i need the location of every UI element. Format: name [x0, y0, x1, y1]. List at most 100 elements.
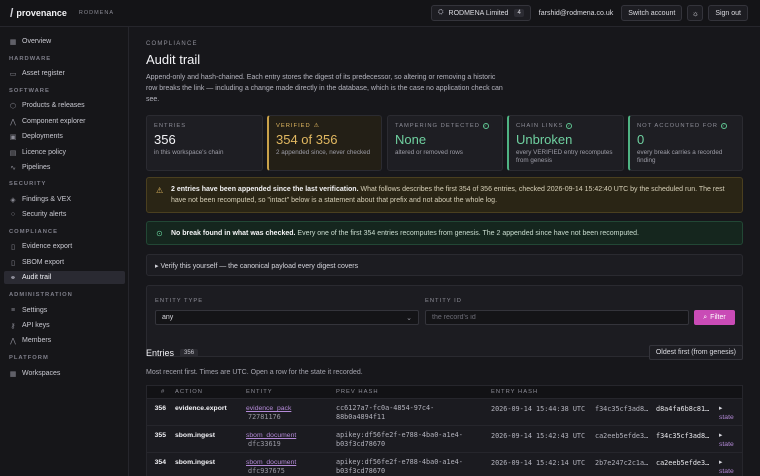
- entity-type-select[interactable]: any ⌄: [155, 310, 419, 325]
- sidebar-item-label: Pipelines: [22, 164, 51, 171]
- sidebar-item-label: Members: [22, 337, 52, 344]
- sidebar-item-asset-register[interactable]: ▭ Asset register: [4, 67, 125, 80]
- filter-button-label: Filter: [710, 314, 726, 321]
- theme-toggle-button[interactable]: ☼: [687, 5, 704, 21]
- sidebar-item-deployments[interactable]: ▣ Deployments: [4, 130, 125, 143]
- column-header-entity: ENTITY: [246, 389, 273, 395]
- audit-table: # ACTION ENTITY PREV HASH ENTRY HASH 356…: [146, 385, 743, 476]
- check-circle-icon: ⊙: [156, 229, 163, 238]
- stat-value: None: [395, 132, 427, 147]
- sidebar-item-label: Overview: [22, 38, 52, 45]
- file-icon: ▯: [11, 259, 15, 267]
- check-circle-icon: ✓: [482, 123, 489, 129]
- table-row[interactable]: 355 sbom.ingest sbom_document dfc33619 a…: [146, 426, 743, 453]
- stat-label: ENTRIES: [154, 123, 187, 129]
- sidebar-section-software: SOFTWARE: [9, 88, 50, 94]
- switch-account-button[interactable]: Switch account: [621, 5, 683, 21]
- row-entry-hash: d8a4fa6b8c81…: [656, 405, 710, 413]
- prev-hash-line: cc6127a7-fc0a-4854-97c4-: [336, 404, 435, 412]
- table-row[interactable]: 354 sbom.ingest sbom_document dfc937675 …: [146, 453, 743, 476]
- entity-link[interactable]: sbom_document: [246, 431, 296, 440]
- brand[interactable]: / provenance RODMENA: [10, 6, 114, 20]
- entries-note: Most recent first. Times are UTC. Open a…: [146, 369, 363, 376]
- stat-sub: every VERIFIED entry recomputes from gen…: [516, 149, 613, 164]
- server-icon: ▭: [9, 70, 17, 78]
- sidebar-item-sbom-export[interactable]: ▯ SBOM export: [4, 256, 125, 269]
- stat-label: VERIFIED ⚠: [276, 123, 374, 129]
- key-icon: ⚷: [10, 322, 16, 330]
- row-timestamp: 2026-09-14 15:44:38 UTC: [491, 405, 586, 413]
- sidebar-item-label: Asset register: [22, 70, 65, 77]
- unverified-entries-alert: ⚠ 2 entries have been appended since the…: [146, 177, 743, 213]
- org-label: RODMENA: [78, 10, 114, 16]
- sidebar-item-overview[interactable]: ▦ Overview: [4, 35, 125, 48]
- check-circle-icon: ✓: [720, 123, 727, 129]
- org-name: RODMENA Limited: [448, 9, 509, 17]
- row-hash: ca2eeb5efde3…: [595, 432, 649, 440]
- row-entity: sbom_document dfc937675: [246, 458, 296, 476]
- row-state-toggle[interactable]: ▸ state: [719, 458, 734, 476]
- top-bar: / provenance RODMENA ⛭ RODMENA Limited 4…: [0, 0, 760, 27]
- sidebar-item-settings[interactable]: ≡ Settings: [4, 304, 125, 317]
- row-number: 355: [154, 432, 166, 439]
- user-email: farshid@rodmena.co.uk: [538, 9, 614, 17]
- sidebar-item-api-keys[interactable]: ⚷ API keys: [4, 319, 125, 332]
- file-export-icon: ▯: [11, 243, 15, 251]
- sidebar-item-members[interactable]: ⋀ Members: [4, 334, 125, 347]
- row-prev-hash: cc6127a7-fc0a-4854-97c4- 88b0a4894f11: [336, 404, 476, 422]
- state-label: state: [719, 468, 734, 475]
- entity-id-input[interactable]: [425, 310, 689, 325]
- brand-slash: /: [10, 6, 14, 20]
- sidebar-item-audit-trail[interactable]: ⚭ Audit trail: [4, 271, 125, 284]
- sidebar: ▦ Overview HARDWARE ▭ Asset register SOF…: [0, 27, 129, 476]
- entity-link[interactable]: sbom_document: [246, 458, 296, 467]
- prev-hash-line: 88b0a4894f11: [336, 413, 386, 421]
- row-number: 354: [154, 459, 166, 466]
- row-state-toggle[interactable]: ▸ state: [719, 404, 734, 422]
- sidebar-item-security-alerts[interactable]: ○ Security alerts: [4, 208, 125, 221]
- entity-id: dfc937675: [248, 467, 285, 475]
- prev-hash-line: b03f3cd78670: [336, 440, 386, 448]
- warning-icon: ⚠: [156, 186, 164, 195]
- sidebar-item-label: SBOM export: [22, 259, 65, 266]
- stat-label-text: TAMPERING DETECTED: [395, 123, 480, 129]
- sidebar-item-workspaces[interactable]: ▦ Workspaces: [4, 367, 125, 380]
- sidebar-item-label: Evidence export: [22, 243, 73, 250]
- entity-id-label: ENTITY ID: [425, 298, 462, 304]
- sidebar-item-component-explorer[interactable]: ⋀ Component explorer: [4, 115, 125, 128]
- alert-text: Every one of the first 354 entries recom…: [295, 230, 639, 237]
- stat-label-text: CHAIN LINKS: [516, 123, 564, 129]
- column-header-number: #: [161, 389, 166, 395]
- sidebar-item-licence-policy[interactable]: ▤ Licence policy: [4, 146, 125, 159]
- table-header: # ACTION ENTITY PREV HASH ENTRY HASH: [146, 385, 743, 399]
- entity-link[interactable]: evidence_pack: [246, 404, 291, 413]
- warning-icon: ⚠: [313, 123, 320, 129]
- sidebar-item-findings-vex[interactable]: ◈ Findings & VEX: [4, 193, 125, 206]
- row-state-toggle[interactable]: ▸ state: [719, 431, 734, 449]
- stat-value: 0: [637, 132, 645, 147]
- sidebar-item-pipelines[interactable]: ∿ Pipelines: [4, 161, 125, 174]
- row-hash: f34c35cf3ad8…: [595, 405, 649, 413]
- sidebar-item-products-releases[interactable]: ⬡ Products & releases: [4, 99, 125, 112]
- table-row[interactable]: 356 evidence.export evidence_pack 727811…: [146, 399, 743, 426]
- org-switcher[interactable]: ⛭ RODMENA Limited 4: [430, 5, 531, 21]
- alert-title: 2 entries have been appended since the l…: [171, 186, 359, 193]
- sidebar-section-compliance: COMPLIANCE: [9, 229, 58, 235]
- stat-entries: ENTRIES 356 in this workspace's chain: [146, 115, 263, 171]
- stat-sub: in this workspace's chain: [154, 149, 224, 156]
- row-entry-hash: f34c35cf3ad8…: [656, 432, 710, 440]
- sort-oldest-first-button[interactable]: Oldest first (from genesis): [648, 345, 743, 360]
- sidebar-item-label: Workspaces: [22, 370, 61, 377]
- column-header-entry-hash: ENTRY HASH: [491, 389, 539, 395]
- row-entity: evidence_pack 72781176: [246, 404, 291, 422]
- filter-button[interactable]: ⌕ Filter: [694, 310, 735, 325]
- main-content: COMPLIANCE Audit trail Append-only and h…: [130, 27, 760, 476]
- chevron-down-icon: ⌄: [406, 314, 412, 322]
- stat-tampering: TAMPERING DETECTED ✓ None altered or rem…: [387, 115, 503, 171]
- sidebar-item-evidence-export[interactable]: ▯ Evidence export: [4, 240, 125, 253]
- sign-out-button[interactable]: Sign out: [708, 5, 748, 21]
- verify-yourself-disclosure[interactable]: ▸ Verify this yourself — the canonical p…: [146, 254, 743, 276]
- prev-hash-line: apikey:df56fe2f-e788-4ba0-a1e4-: [336, 431, 463, 439]
- chevron-right-icon: ▸: [719, 405, 723, 412]
- row-action: sbom.ingest: [175, 432, 216, 439]
